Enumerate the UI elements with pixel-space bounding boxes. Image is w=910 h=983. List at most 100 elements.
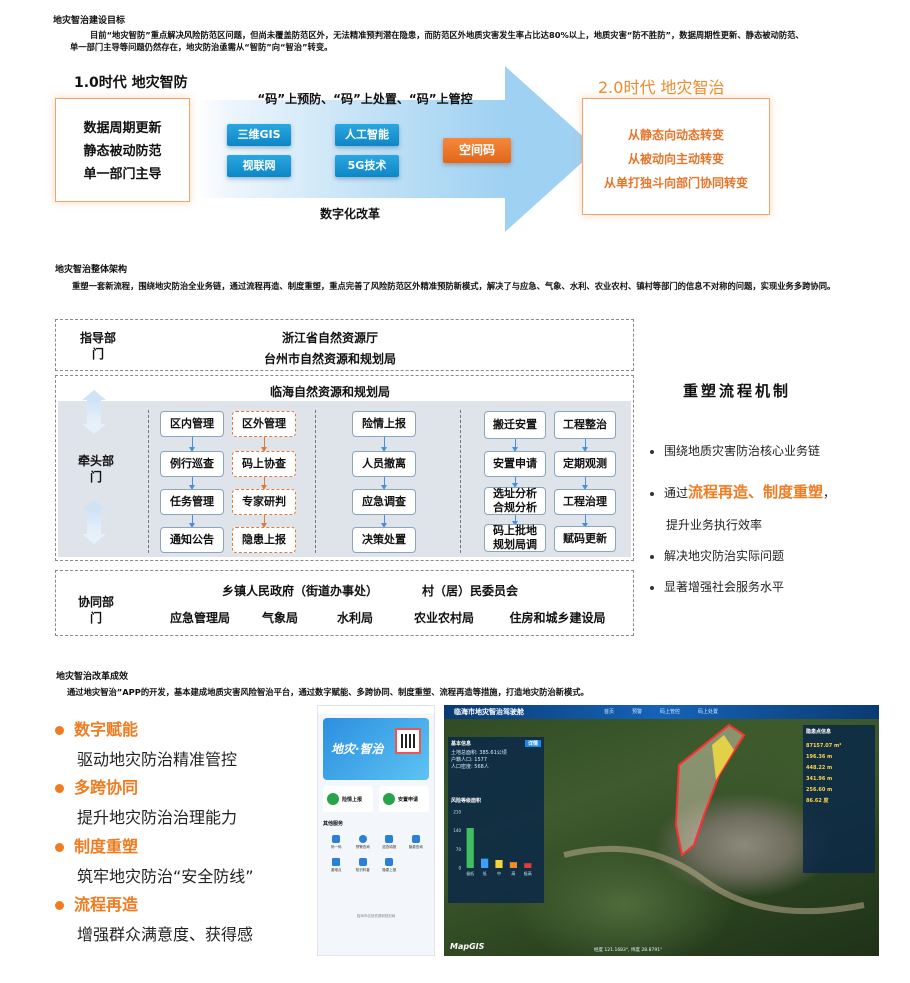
service-warning[interactable]: 预警查询 xyxy=(350,835,377,850)
dashboard-tab[interactable]: 码上处置 xyxy=(698,708,718,715)
info-line: 人口密度: 568人 xyxy=(451,764,489,770)
service-shelter[interactable]: 避难点 xyxy=(323,858,350,873)
flow-arrow-icon xyxy=(189,437,195,452)
flow-arrow-icon xyxy=(189,477,195,490)
flow-arrow-icon xyxy=(381,477,387,490)
service-hazard-query[interactable]: 隐患查询 xyxy=(403,835,430,850)
era2-title: 2.0时代 地灾智治 xyxy=(598,78,725,97)
chip-5g: 5G技术 xyxy=(335,155,399,177)
section3-title: 地灾智治改革成效 xyxy=(56,672,129,682)
box-site-analysis: 选址分析合规分析 xyxy=(484,487,546,515)
service-patrol[interactable]: 巡查填报 xyxy=(376,835,403,850)
outcome-sub: 驱动地灾防治精准管控 xyxy=(77,750,238,769)
info-line: 户籍人口: 1577 xyxy=(451,757,487,763)
coop-org: 住房和城乡建设局 xyxy=(509,611,606,625)
chip-3dgis: 三维GIS xyxy=(227,124,291,146)
box-code-assist: 码上协查 xyxy=(232,451,296,477)
outcome-head: 多跨协同 xyxy=(55,774,138,798)
chip-video-network: 视联网 xyxy=(227,155,291,177)
orange-dot-icon xyxy=(55,843,64,852)
dashboard-tab[interactable]: 码上管控 xyxy=(660,708,680,715)
flow-arrow-icon xyxy=(261,437,267,452)
box-relocation: 搬迁安置 xyxy=(484,411,546,439)
box-engineering: 工程整治 xyxy=(554,411,616,439)
service-hazard-report[interactable]: 隐患上报 xyxy=(376,858,403,873)
box-emergency-survey: 应急调查 xyxy=(352,489,416,515)
panel-heading: 基本信息 xyxy=(451,741,472,747)
outcome-sub: 增强群众满意度、获得感 xyxy=(77,925,254,944)
column-divider xyxy=(148,410,149,553)
coop-org: 农业农村局 xyxy=(413,611,474,625)
flow-arrow-icon xyxy=(582,477,588,490)
flow-arrow-icon xyxy=(512,515,518,526)
y-tick-label: 0 xyxy=(458,866,461,871)
section1-paragraph: 目前“地灾智防”重点解决风险防范区问题，但尚未覆盖防范区外，无法精准预判潜在隐患… xyxy=(70,30,804,52)
document-icon xyxy=(411,835,420,843)
column-divider xyxy=(460,410,461,553)
box-patrol: 例行巡查 xyxy=(160,451,224,477)
house-icon xyxy=(383,793,395,805)
qr-code-icon xyxy=(395,728,421,754)
panel-heading: 隐患点信息 xyxy=(806,729,832,735)
section2-title: 地灾智治整体架构 xyxy=(55,265,128,275)
box-periodic-observe: 定期观测 xyxy=(554,451,616,477)
y-tick-label: 140 xyxy=(453,828,461,833)
coop-org: 村（居）民委员会 xyxy=(421,584,518,598)
right-info-panel: 隐患点信息 87157.07 m² 196.36 m 448.22 m 341.… xyxy=(803,725,875,873)
x-tick-label: 极低 xyxy=(466,870,474,876)
dashboard-title: 临海市地灾智治驾驶舱 xyxy=(454,708,524,716)
flow-arrow-icon xyxy=(512,439,518,452)
info-line: 土地总面积: 385.61公顷 xyxy=(451,750,507,756)
hazard-value: 196.36 m xyxy=(806,754,833,760)
dashboard-tab[interactable]: 预警 xyxy=(632,708,642,715)
service-knowledge[interactable]: 知识科普 xyxy=(350,858,377,873)
flow-arrow-icon xyxy=(261,515,267,528)
warning-icon xyxy=(358,835,367,843)
era2-item: 从被动向主动转变 xyxy=(627,152,724,166)
upload-icon xyxy=(385,858,394,866)
dashboard-tab[interactable]: 首页 xyxy=(604,708,614,715)
hazard-value: 87157.07 m² xyxy=(806,743,842,749)
bullet-item: 围绕地质灾害防治核心业务链 xyxy=(650,442,820,459)
chip-spatial-code: 空间码 xyxy=(443,138,511,163)
book-icon xyxy=(358,858,367,866)
app-banner: 地灾·智治 xyxy=(323,718,429,780)
era1-box: 数据周期更新 静态被动防范 单一部门主导 xyxy=(55,98,190,202)
hazard-value: 448.22 m xyxy=(806,765,833,771)
risk-bar xyxy=(466,828,474,868)
hazard-value: 86.62 度 xyxy=(806,798,829,804)
other-services-label: 其他服务 xyxy=(323,821,344,827)
bullet-dot-icon xyxy=(650,554,654,559)
app-banner-title: 地灾·智治 xyxy=(331,742,384,756)
era1-item: 单一部门主导 xyxy=(83,167,162,182)
y-tick-label: 70 xyxy=(456,847,462,852)
risk-bar xyxy=(524,863,532,868)
guidance-label: 指导部门 xyxy=(80,331,117,361)
coordinate-readout: 经度 121.1683°, 纬度 28.8791° xyxy=(594,948,663,953)
chip-ai: 人工智能 xyxy=(335,124,399,146)
shelter-icon xyxy=(332,858,341,866)
danger-report-button[interactable]: 险情上报 xyxy=(323,786,373,812)
coop-org: 水利局 xyxy=(336,611,373,625)
relocation-apply-button[interactable]: 安置申请 xyxy=(379,786,429,812)
dashboard-header: 临海市地灾智治驾驶舱 首页 预警 码上管控 码上处置 xyxy=(444,705,879,719)
column-divider xyxy=(315,410,316,553)
outcome-sub: 提升地灾防治治理能力 xyxy=(77,808,238,827)
flow-arrow-icon xyxy=(381,515,387,528)
risk-bar xyxy=(495,860,503,868)
details-button[interactable]: 详情 xyxy=(524,740,541,747)
app-screenshot: 地灾·智治 险情上报 安置申请 其他服务 码一码 预警查询 巡查填报 隐患查询 … xyxy=(317,705,435,956)
era2-box: 从静态向动态转变 从被动向主动转变 从单打独斗向部门协同转变 xyxy=(582,98,770,215)
outcome-head: 流程再造 xyxy=(55,891,138,915)
updown-arrow-icon xyxy=(82,500,106,544)
panel-heading: 风险等级面积 xyxy=(451,798,482,804)
x-tick-label: 高 xyxy=(511,870,515,876)
era1-item: 静态被动防范 xyxy=(83,144,162,159)
scan-icon xyxy=(332,835,341,843)
flow-arrow-icon xyxy=(189,515,195,528)
highlight-text: 流程再造、制度重塑 xyxy=(688,483,824,501)
x-tick-label: 低 xyxy=(483,870,487,876)
section2-paragraph: 重塑一套新流程，围绕地灾防治全业务链，通过流程再造、制度重塑，重点完善了风险防范… xyxy=(72,281,836,291)
service-scan[interactable]: 码一码 xyxy=(323,835,350,850)
bullet-dot-icon xyxy=(650,585,654,590)
